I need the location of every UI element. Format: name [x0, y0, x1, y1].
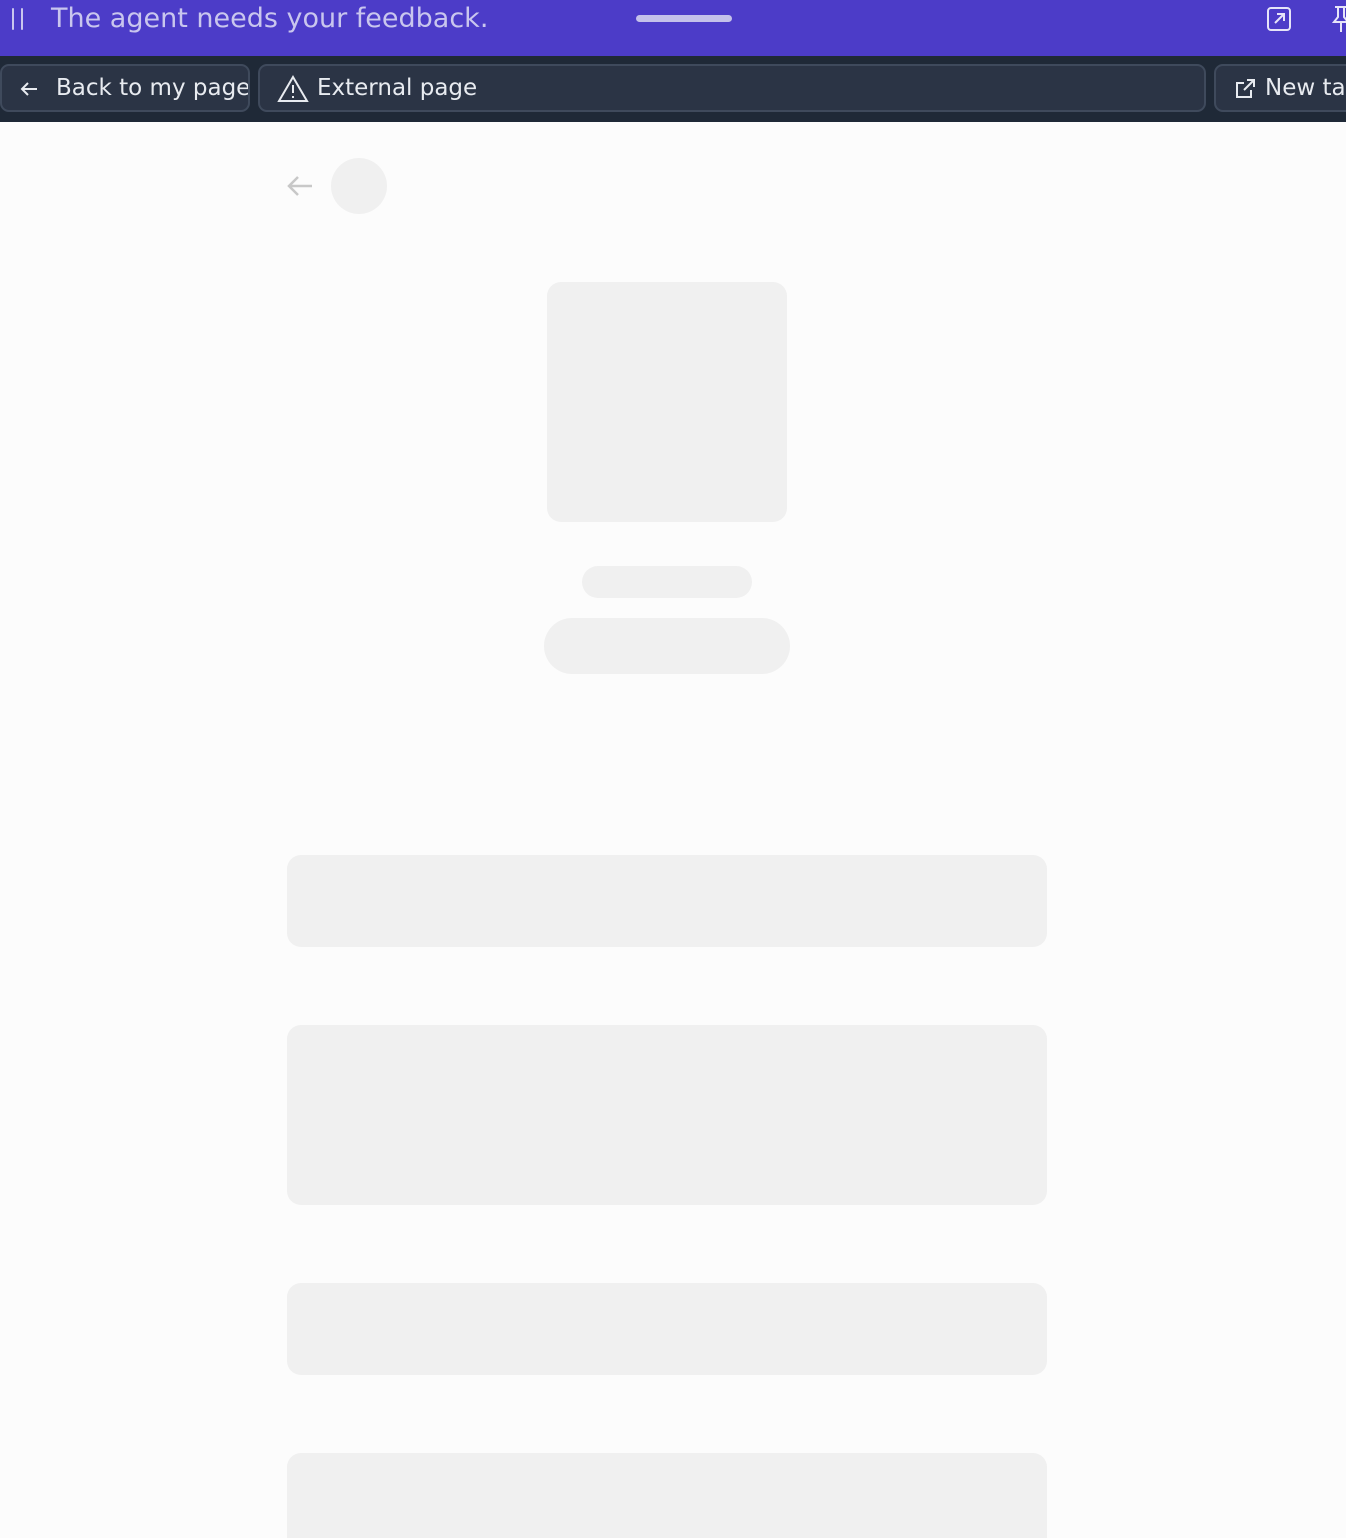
- back-to-my-page-tab[interactable]: Back to my page: [0, 64, 250, 112]
- card-skeleton: [287, 855, 1047, 947]
- agent-feedback-message: The agent needs your feedback.: [51, 3, 489, 34]
- page-content-loading: [0, 122, 1346, 1538]
- tab-label: Back to my page: [56, 75, 250, 101]
- tab-label: New tab: [1265, 75, 1346, 101]
- image-skeleton: [547, 282, 787, 522]
- tab-label: External page: [317, 75, 478, 101]
- pause-icon[interactable]: [11, 8, 27, 32]
- card-skeleton: [287, 1025, 1047, 1205]
- avatar-skeleton: [331, 158, 387, 214]
- button-skeleton: [544, 618, 790, 674]
- new-tab-button[interactable]: New tab: [1214, 64, 1346, 112]
- pin-icon[interactable]: [1330, 5, 1346, 33]
- expand-icon[interactable]: [1265, 5, 1293, 33]
- card-skeleton: [287, 1283, 1047, 1375]
- arrow-left-icon: [20, 82, 37, 96]
- back-arrow-icon[interactable]: [284, 172, 316, 200]
- drag-handle[interactable]: [636, 15, 732, 22]
- card-skeleton: [287, 1453, 1047, 1538]
- agent-feedback-bar: The agent needs your feedback.: [0, 0, 1346, 56]
- title-skeleton: [582, 566, 752, 598]
- external-link-icon: [1236, 79, 1255, 98]
- external-page-tab[interactable]: External page: [258, 64, 1206, 112]
- warning-icon: [277, 75, 309, 102]
- browser-tab-bar: Back to my page External page New tab: [0, 56, 1346, 122]
